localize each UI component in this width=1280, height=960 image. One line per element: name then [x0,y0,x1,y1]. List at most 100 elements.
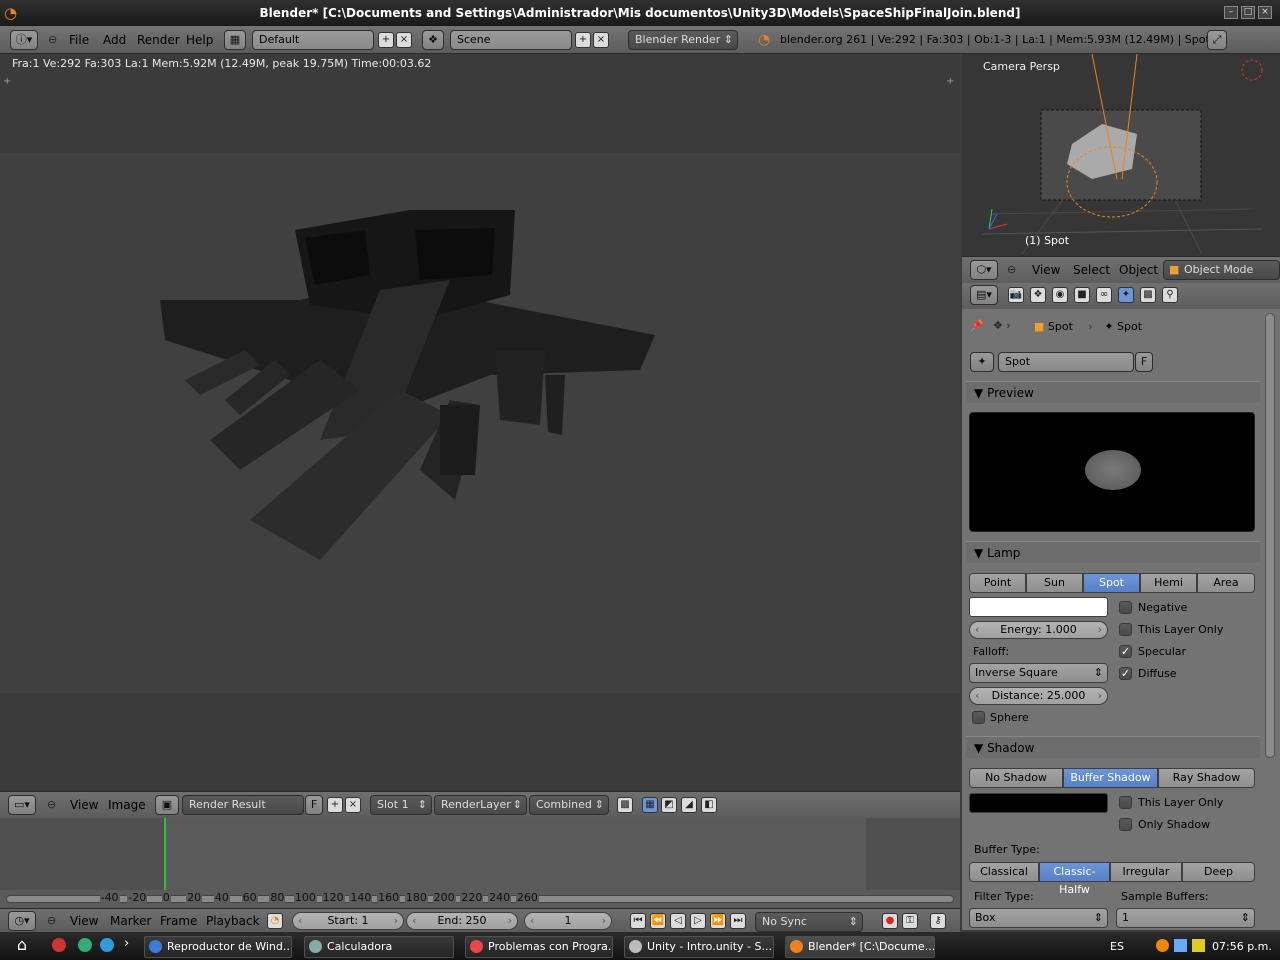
lamp-this-layer-checkbox[interactable] [1119,623,1132,636]
draw-z-buffer-icon[interactable]: ◢ [681,797,697,813]
shadow-panel-header[interactable]: ▼ Shadow [966,736,1260,758]
insert-keyframe-icon[interactable]: ⚷ [930,913,946,929]
add-layout-icon[interactable]: + [378,32,394,48]
task-calculator[interactable]: Calculadora [304,936,454,958]
preview-panel-header[interactable]: ▼ Preview [966,381,1260,403]
maximize-button[interactable]: □ [1241,6,1255,19]
lamp-browse-icon[interactable]: ✦ [970,352,994,372]
menu-image[interactable]: Image [108,798,146,812]
buffer-type-classical[interactable]: Classical [969,862,1039,882]
filter-type-select[interactable]: Box ⇕ [969,908,1108,928]
menu-image-view[interactable]: View [70,798,98,812]
play-icon[interactable]: ▷ [690,913,706,929]
timeline-area[interactable] [0,818,960,890]
record-icon[interactable]: ● [882,913,898,929]
remove-layout-icon[interactable]: × [396,32,412,48]
specular-checkbox[interactable]: ✓ [1119,645,1132,658]
editor-type-timeline-icon[interactable]: ◷▾ [8,911,36,931]
lamp-data-tab-icon[interactable]: ✦ [1118,287,1134,303]
start-home-icon[interactable]: ⌂ [6,935,38,957]
physics-tab-icon[interactable]: ⚲ [1162,287,1178,303]
language-indicator[interactable]: ES [1110,940,1124,953]
draw-image-icon[interactable]: ▦ [642,797,658,813]
task-browser[interactable]: Problemas con Progra... [465,936,613,958]
lamp-type-point[interactable]: Point [969,573,1026,593]
add-scene-icon[interactable]: + [575,32,591,48]
task-unity[interactable]: Unity - Intro.unity - S... [624,936,774,958]
shadow-mode-buffer[interactable]: Buffer Shadow [1063,768,1158,788]
screen-layout-field[interactable]: Default [252,30,374,50]
play-reverse-icon[interactable]: ◁ [670,913,686,929]
menu-object[interactable]: Object [1119,263,1158,277]
sphere-checkbox[interactable] [972,711,985,724]
world-tab-icon[interactable]: ◉ [1052,287,1068,303]
shadow-this-layer-checkbox[interactable] [1119,796,1132,809]
quicklaunch-media-icon[interactable] [100,938,114,952]
only-shadow-checkbox[interactable] [1119,818,1132,831]
shadow-mode-none[interactable]: No Shadow [969,768,1063,788]
quicklaunch-network-icon[interactable] [78,938,92,952]
slot-select[interactable]: Slot 1 ⇕ [370,795,432,815]
lamp-name-field[interactable]: Spot [998,352,1134,372]
collapse-menu-icon-2[interactable]: ⊖ [1007,263,1016,276]
curves-icon[interactable]: ◧ [701,797,717,813]
editor-type-properties-icon[interactable]: ▤▾ [970,285,998,305]
draw-alpha-icon[interactable]: ▩ [617,797,633,813]
new-image-icon[interactable]: + [327,797,343,813]
tray-network-icon[interactable] [1174,939,1187,952]
negative-checkbox[interactable] [1119,601,1132,614]
minimize-button[interactable]: – [1224,6,1238,19]
shadow-mode-ray[interactable]: Ray Shadow [1158,768,1255,788]
menu-frame[interactable]: Frame [160,914,197,928]
render-layer-select[interactable]: RenderLayer ⇕ [434,795,527,815]
area-split-icon-right[interactable]: + [946,76,954,87]
fullscreen-icon[interactable]: ⤢ [1207,30,1227,50]
menu-file[interactable]: File [69,33,89,47]
breadcrumb-lamp[interactable]: Spot [1117,320,1142,333]
draw-alpha-only-icon[interactable]: ◩ [661,797,677,813]
lamp-type-spot[interactable]: Spot [1083,573,1140,593]
lamp-panel-header[interactable]: ▼ Lamp [966,541,1260,563]
sample-buffers-select[interactable]: 1 ⇕ [1116,908,1255,928]
lamp-type-sun[interactable]: Sun [1026,573,1083,593]
menu-timeline-view[interactable]: View [70,914,98,928]
current-frame-field[interactable]: ‹ 1 › [524,912,612,930]
editor-type-3d-icon[interactable]: ⬡▾ [970,260,998,280]
menu-select[interactable]: Select [1073,263,1110,277]
properties-scrollbar[interactable] [1265,313,1275,758]
area-split-icon[interactable]: + [3,76,11,87]
texture-tab-icon[interactable]: ▩ [1140,287,1156,303]
buffer-type-classic-halfway[interactable]: Classic-Halfw [1039,862,1110,896]
lamp-color-swatch[interactable] [969,597,1108,617]
jump-keyframe-back-icon[interactable]: ⏪ [650,913,666,929]
tray-app-icon[interactable] [1156,939,1169,952]
breadcrumb-object[interactable]: Spot [1048,320,1073,333]
mode-select[interactable]: ■ Object Mode [1163,260,1280,280]
constraints-tab-icon[interactable]: ∞ [1096,287,1112,303]
menu-view[interactable]: View [1032,263,1060,277]
render-engine-select[interactable]: Blender Render ⇕ [628,30,738,50]
close-button[interactable]: × [1258,6,1272,19]
lamp-type-area[interactable]: Area [1197,573,1255,593]
start-frame-field[interactable]: ‹ Start: 1 › [292,912,404,930]
menu-playback[interactable]: Playback [206,914,260,928]
buffer-type-deep[interactable]: Deep [1182,862,1255,882]
keying-set-icon[interactable]: ⚿ [902,913,918,929]
menu-marker[interactable]: Marker [110,914,151,928]
collapse-menu-icon-3[interactable]: ⊖ [47,798,56,811]
remove-scene-icon[interactable]: × [593,32,609,48]
lamp-type-hemi[interactable]: Hemi [1140,573,1197,593]
menu-add[interactable]: Add [103,33,126,47]
preview-range-icon[interactable]: ◔ [267,913,283,929]
editor-type-image-icon[interactable]: ▭▾ [8,795,36,815]
fake-user-button[interactable]: F [1135,352,1153,372]
energy-field[interactable]: ‹ Energy: 1.000 › [969,621,1108,639]
task-blender[interactable]: Blender* [C:\Docume... [785,936,935,958]
diffuse-checkbox[interactable]: ✓ [1119,667,1132,680]
scene-field[interactable]: Scene [450,30,572,50]
image-name-field[interactable]: Render Result [182,795,304,815]
image-browse-icon[interactable]: ▣ [155,795,179,815]
menu-help[interactable]: Help [186,33,213,47]
scene-tab-icon[interactable]: ❖ [1030,287,1046,303]
falloff-select[interactable]: Inverse Square ⇕ [969,663,1108,683]
